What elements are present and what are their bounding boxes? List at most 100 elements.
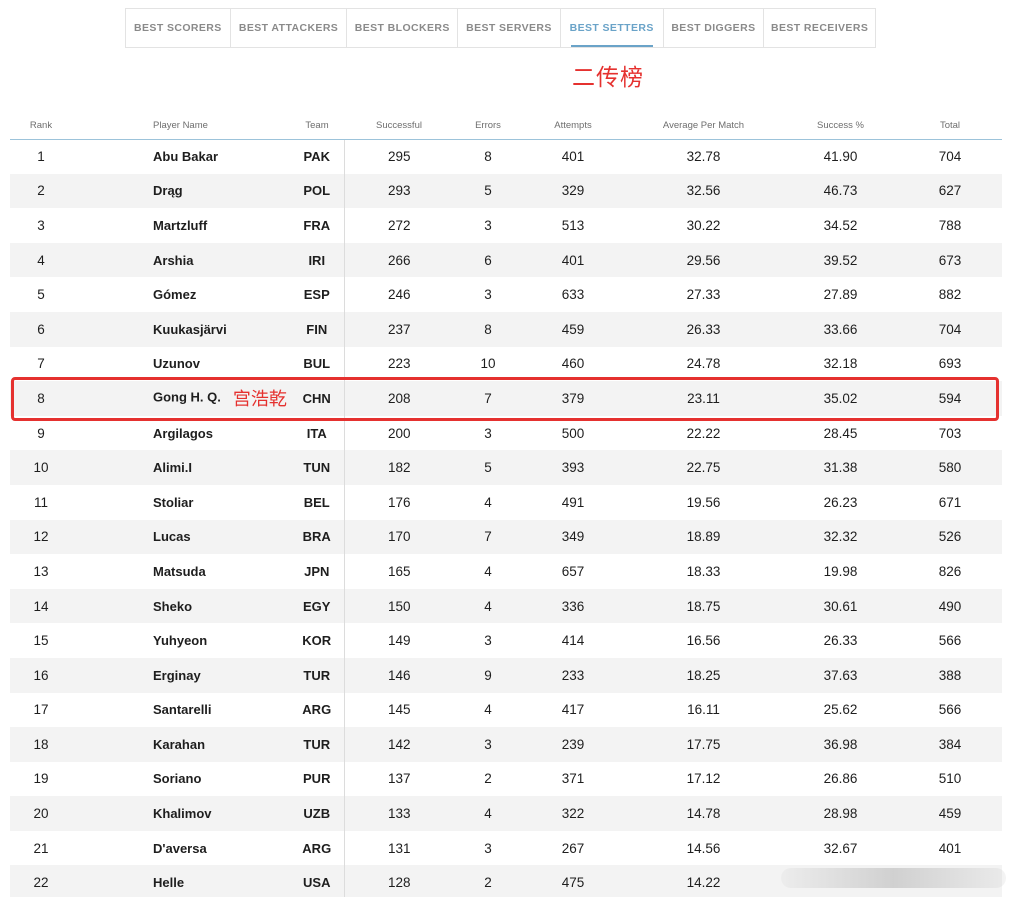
total-value: 693 [938,356,962,372]
player-name-cell: Gong H. Q. 宫浩乾 [72,381,290,416]
success-percent-cell: 30.61 [783,589,898,624]
success-percent-value: 37.63 [823,667,858,683]
column-header-team[interactable]: Team [290,112,344,140]
table-row[interactable]: 15 Yuhyeon KOR 149 3 414 16.56 26.33 566 [10,623,1002,658]
total-cell: 693 [898,347,1002,382]
successful-value: 272 [387,217,411,233]
team-value: PUR [303,771,331,787]
attempts-cell: 401 [522,243,624,278]
success-percent-cell: 28.45 [783,416,898,451]
errors-value: 7 [484,529,492,545]
table-row[interactable]: 16 Erginay TUR 146 9 233 18.25 37.63 388 [10,657,1002,693]
team-cell: TUR [290,657,345,693]
table-row[interactable]: 13 Matsuda JPN 165 4 657 18.33 19.98 826 [10,554,1002,589]
team-cell: ESP [290,277,345,312]
total-value: 671 [938,494,962,510]
tab-best-servers[interactable]: BEST SERVERS [458,9,561,47]
average-per-match-cell: 30.22 [624,208,783,243]
successful-value: 176 [387,494,411,510]
average-per-match-value: 18.33 [686,563,721,579]
team-cell: POL [290,173,345,209]
player-name-value: Matsuda [153,563,206,579]
total-cell: 704 [898,312,1002,347]
successful-cell: 131 [344,831,454,866]
table-row[interactable]: 1 Abu Bakar PAK 295 8 401 32.78 41.90 704 [10,139,1002,174]
column-header-player-name[interactable]: Player Name [72,112,290,140]
table-row[interactable]: 4 Arshia IRI 266 6 401 29.56 39.52 673 [10,242,1002,278]
column-header-average-per-match[interactable]: Average Per Match [624,112,783,140]
errors-cell: 4 [454,485,522,520]
average-per-match-value: 16.11 [687,702,720,718]
tab-best-attackers[interactable]: BEST ATTACKERS [231,9,348,47]
table-row[interactable]: 3 Martzluff FRA 272 3 513 30.22 34.52 788 [10,208,1002,243]
success-percent-cell: 34.52 [783,208,898,243]
total-cell: 788 [898,208,1002,243]
table-row[interactable]: 7 Uzunov BUL 223 10 460 24.78 32.18 693 [10,346,1002,382]
column-header-total[interactable]: Total [898,112,1002,140]
success-percent-value: 33.66 [823,321,858,337]
success-percent-value: 26.23 [823,494,858,510]
errors-cell: 10 [454,347,522,382]
average-per-match-cell: 18.89 [624,520,783,555]
attempts-cell: 322 [522,796,624,831]
table-row[interactable]: 12 Lucas BRA 170 7 349 18.89 32.32 526 [10,519,1002,555]
average-per-match-cell: 26.33 [624,312,783,347]
player-name-cell: Yuhyeon [72,623,290,658]
errors-cell: 7 [454,381,522,416]
successful-cell: 142 [344,727,454,762]
total-value: 510 [938,771,962,787]
player-name-value: Yuhyeon [153,633,208,649]
average-per-match-value: 29.56 [686,252,721,268]
successful-cell: 150 [344,589,454,624]
team-cell: FRA [290,208,345,243]
column-header-successful[interactable]: Successful [344,112,454,140]
table-row[interactable]: 14 Sheko EGY 150 4 336 18.75 30.61 490 [10,588,1002,624]
team-cell: BRA [290,519,345,555]
errors-cell: 5 [454,174,522,209]
attempts-cell: 459 [522,312,624,347]
column-header-success[interactable]: Success % [783,112,898,140]
column-header-errors[interactable]: Errors [454,112,522,140]
average-per-match-cell: 29.56 [624,243,783,278]
successful-cell: 223 [344,347,454,382]
table-row[interactable]: 18 Karahan TUR 142 3 239 17.75 36.98 384 [10,727,1002,762]
successful-value: 150 [387,598,411,614]
table-row[interactable]: 21 D'aversa ARG 131 3 267 14.56 32.67 401 [10,830,1002,866]
table-row[interactable]: 5 Gómez ESP 246 3 633 27.33 27.89 882 [10,277,1002,312]
tab-best-receivers[interactable]: BEST RECEIVERS [764,9,875,47]
watermark [781,868,1006,888]
team-value: USA [303,875,331,891]
total-cell: 510 [898,762,1002,797]
table-row[interactable]: 19 Soriano PUR 137 2 371 17.12 26.86 510 [10,761,1002,797]
table-row[interactable]: 20 Khalimov UZB 133 4 322 14.78 28.98 459 [10,796,1002,831]
tab-best-blockers[interactable]: BEST BLOCKERS [347,9,459,47]
average-per-match-cell: 22.75 [624,450,783,485]
rank-cell: 13 [10,554,72,589]
attempts-value: 401 [561,149,585,165]
total-cell: 566 [898,693,1002,728]
total-cell: 671 [898,485,1002,520]
rank-cell: 16 [10,658,72,693]
table-row[interactable]: 17 Santarelli ARG 145 4 417 16.11 25.62 566 [10,692,1002,728]
table-row[interactable]: 10 Alimi.I TUN 182 5 393 22.75 31.38 580 [10,450,1002,485]
table-row[interactable]: 11 Stoliar BEL 176 4 491 19.56 26.23 671 [10,484,1002,520]
errors-cell: 3 [454,727,522,762]
table-row[interactable]: 9 Argilagos ITA 200 3 500 22.22 28.45 703 [10,415,1002,451]
tab-best-diggers[interactable]: BEST DIGGERS [664,9,765,47]
tab-best-setters[interactable]: BEST SETTERS [561,9,664,47]
player-name-value: Helle [153,875,185,891]
table-row[interactable]: 2 Drąg POL 293 5 329 32.56 46.73 627 [10,173,1002,209]
team-cell: EGY [290,588,345,624]
tab-best-scorers[interactable]: BEST SCORERS [126,9,231,47]
team-cell: PUR [290,761,345,797]
errors-value: 4 [484,702,492,718]
table-row[interactable]: 6 Kuukasjärvi FIN 237 8 459 26.33 33.66 704 [10,311,1002,347]
rank-value: 20 [33,806,49,822]
rank-value: 15 [33,633,49,649]
success-percent-value: 34.52 [823,217,858,233]
column-header-rank[interactable]: Rank [10,112,72,140]
team-cell: JPN [290,554,345,589]
team-value: ARG [302,702,332,718]
table-row[interactable]: 8 Gong H. Q. 宫浩乾 CHN 208 7 379 23.11 35.02 594 [10,381,1002,416]
column-header-attempts[interactable]: Attempts [522,112,624,140]
